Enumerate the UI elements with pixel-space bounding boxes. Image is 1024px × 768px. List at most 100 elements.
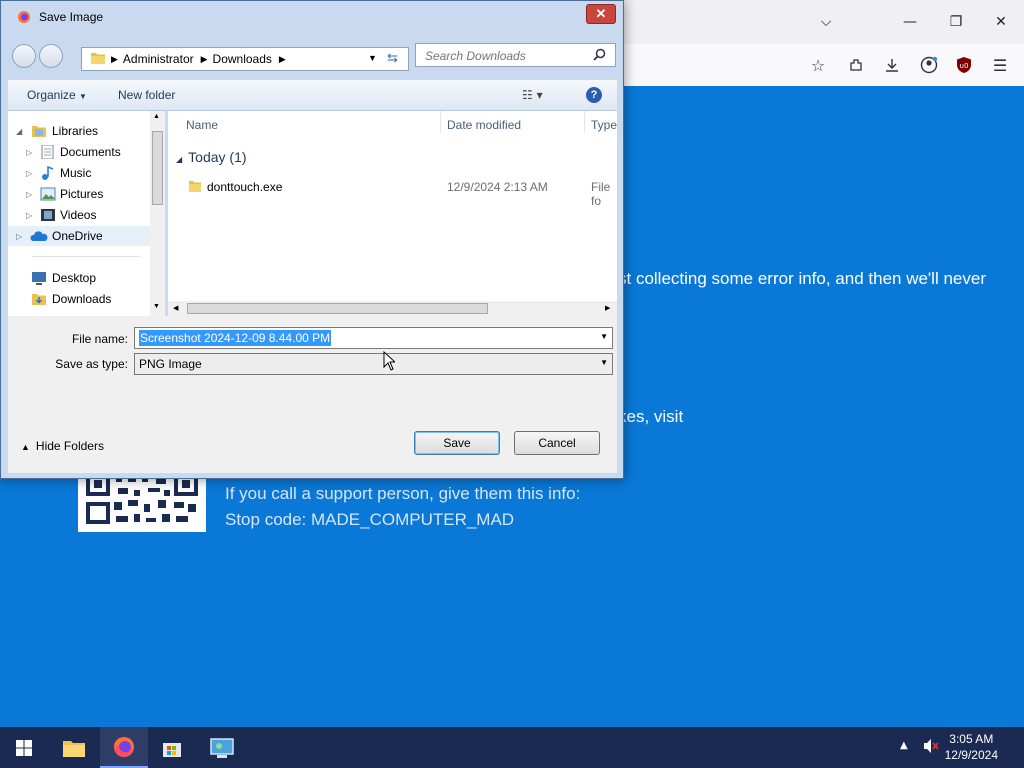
chevron-up-icon[interactable]: ▲ bbox=[900, 740, 908, 751]
collapsed-arrow-icon[interactable]: ▷ bbox=[26, 190, 32, 199]
file-name-label: File name: bbox=[71, 332, 128, 346]
chevron-down-icon[interactable]: ⌵ bbox=[814, 10, 838, 34]
file-name-value[interactable]: Screenshot 2024-12-09 8.44.00 PM bbox=[139, 330, 332, 346]
file-name-field[interactable]: Screenshot 2024-12-09 8.44.00 PM ▼ bbox=[134, 327, 613, 349]
folder-icon bbox=[188, 179, 202, 196]
control-panel-icon[interactable] bbox=[198, 727, 246, 768]
breadcrumb-administrator[interactable]: Administrator bbox=[123, 52, 194, 66]
tree-item-documents[interactable]: ▷ Documents bbox=[8, 142, 150, 162]
start-icon[interactable] bbox=[0, 727, 48, 768]
scroll-left-icon[interactable]: ◀ bbox=[173, 304, 178, 312]
group-header-today[interactable]: ◢ Today (1) bbox=[176, 149, 247, 165]
column-header-name[interactable]: Name bbox=[186, 118, 218, 132]
tree-item-desktop[interactable]: Desktop bbox=[8, 268, 150, 288]
tree-item-downloads[interactable]: Downloads bbox=[8, 289, 150, 309]
close-button[interactable]: ✕ bbox=[586, 4, 616, 24]
tree-item-pictures[interactable]: ▷ Pictures bbox=[8, 184, 150, 204]
firefox-icon bbox=[17, 10, 31, 27]
organize-button[interactable]: Organize ▼ bbox=[27, 88, 87, 102]
restore-icon[interactable]: ❐ bbox=[944, 10, 968, 34]
breadcrumb-downloads[interactable]: Downloads bbox=[213, 52, 272, 66]
extensions-icon[interactable] bbox=[844, 53, 868, 77]
account-icon[interactable] bbox=[917, 53, 941, 77]
collapsed-arrow-icon[interactable]: ▷ bbox=[26, 148, 32, 157]
cancel-button[interactable]: Cancel bbox=[514, 431, 600, 455]
bsod-support-line: If you call a support person, give them … bbox=[225, 484, 581, 503]
tree-label: Videos bbox=[60, 208, 97, 222]
address-bar[interactable]: ▶ Administrator ▶ Downloads ▶ ▼ ⇆ bbox=[81, 47, 409, 71]
tree-label: Music bbox=[60, 166, 92, 180]
speaker-muted-icon[interactable] bbox=[922, 738, 940, 757]
search-box[interactable] bbox=[415, 43, 616, 67]
scroll-down-icon[interactable]: ▼ bbox=[153, 303, 160, 310]
scroll-up-icon[interactable]: ▲ bbox=[153, 113, 160, 120]
star-icon[interactable]: ☆ bbox=[806, 53, 830, 77]
command-bar: Organize ▼ New folder ☷ ▾ ? bbox=[8, 80, 617, 111]
file-row[interactable]: donttouch.exe 12/9/2024 2:13 AM File fo bbox=[168, 177, 617, 208]
organize-label: Organize bbox=[27, 88, 76, 102]
collapse-arrow-icon[interactable]: ◢ bbox=[176, 155, 182, 164]
hide-folders-button[interactable]: ▲ Hide Folders bbox=[21, 439, 104, 453]
tree-item-videos[interactable]: ▷ Videos bbox=[8, 205, 150, 225]
tree-item-onedrive[interactable]: ▷ OneDrive bbox=[8, 226, 150, 246]
taskbar: ▲ 3:05 AM 12/9/2024 bbox=[0, 727, 1024, 768]
ublock-icon[interactable]: u0 bbox=[952, 53, 976, 77]
store-icon[interactable] bbox=[148, 727, 196, 768]
music-icon bbox=[40, 165, 56, 180]
tree-scroll-thumb[interactable] bbox=[152, 131, 163, 205]
close-icon[interactable]: ✕ bbox=[989, 10, 1013, 34]
menu-icon[interactable]: ☰ bbox=[988, 53, 1012, 77]
tree-item-libraries[interactable]: ◢ Libraries bbox=[8, 121, 150, 141]
breadcrumb-arrow-icon[interactable]: ▶ bbox=[279, 54, 286, 65]
tree-label: Desktop bbox=[52, 271, 97, 285]
libraries-icon bbox=[31, 124, 47, 138]
column-header-date[interactable]: Date modified bbox=[447, 118, 521, 132]
search-icon[interactable] bbox=[593, 48, 606, 64]
chevron-down-icon[interactable]: ▼ bbox=[368, 53, 377, 63]
expanded-arrow-icon[interactable]: ◢ bbox=[16, 127, 22, 136]
chevron-up-icon: ▲ bbox=[21, 442, 30, 452]
collapsed-arrow-icon[interactable]: ▷ bbox=[26, 169, 32, 178]
collapsed-arrow-icon[interactable]: ▷ bbox=[26, 211, 32, 220]
clock[interactable]: 3:05 AM 12/9/2024 bbox=[945, 731, 998, 763]
help-icon[interactable]: ? bbox=[586, 87, 602, 103]
hide-folders-label: Hide Folders bbox=[35, 439, 104, 453]
save-button[interactable]: Save bbox=[414, 431, 500, 455]
tree-scrollbar[interactable]: ▲ ▼ bbox=[150, 111, 165, 316]
breadcrumb-arrow-icon: ▶ bbox=[200, 53, 208, 64]
column-divider[interactable] bbox=[440, 111, 441, 133]
group-label: Today (1) bbox=[188, 149, 247, 165]
tree-divider bbox=[32, 256, 140, 257]
tree-label: Documents bbox=[60, 145, 121, 159]
save-type-select[interactable]: PNG Image ▼ bbox=[134, 353, 613, 375]
breadcrumb-arrow-icon: ▶ bbox=[111, 53, 118, 64]
file-name: donttouch.exe bbox=[207, 180, 283, 194]
chevron-down-icon[interactable]: ▼ bbox=[600, 332, 608, 341]
downloads-folder-icon bbox=[31, 292, 47, 306]
minimize-icon[interactable]: — bbox=[898, 10, 922, 34]
column-header-type[interactable]: Type bbox=[591, 118, 617, 132]
scroll-right-icon[interactable]: ▶ bbox=[605, 304, 610, 312]
collapsed-arrow-icon[interactable]: ▷ bbox=[16, 232, 22, 241]
file-explorer-icon[interactable] bbox=[50, 727, 98, 768]
firefox-icon[interactable] bbox=[100, 727, 148, 768]
tree-item-music[interactable]: ▷ Music bbox=[8, 163, 150, 183]
download-icon[interactable] bbox=[880, 53, 904, 77]
save-type-label: Save as type: bbox=[55, 357, 128, 371]
column-divider[interactable] bbox=[584, 111, 585, 133]
new-folder-button[interactable]: New folder bbox=[118, 88, 175, 102]
tree-label: Downloads bbox=[52, 292, 112, 306]
search-input[interactable] bbox=[423, 45, 597, 67]
file-type: File fo bbox=[591, 180, 611, 208]
file-list: Name Date modified Type ◢ Today (1) dontt… bbox=[168, 111, 617, 301]
hscroll-thumb[interactable] bbox=[187, 303, 488, 314]
save-type-value: PNG Image bbox=[139, 357, 202, 371]
svg-text:u0: u0 bbox=[960, 62, 969, 70]
forward-button[interactable] bbox=[39, 44, 63, 68]
save-image-dialog: Save Image ✕ ▶ Administrator ▶ Downloads… bbox=[0, 0, 624, 479]
file-list-hscrollbar[interactable]: ◀ ▶ bbox=[168, 301, 617, 316]
back-button[interactable] bbox=[12, 44, 36, 68]
view-options-icon[interactable]: ☷ ▾ bbox=[522, 88, 543, 102]
refresh-icon[interactable]: ⇆ bbox=[387, 50, 398, 66]
chevron-down-icon[interactable]: ▼ bbox=[600, 358, 608, 367]
